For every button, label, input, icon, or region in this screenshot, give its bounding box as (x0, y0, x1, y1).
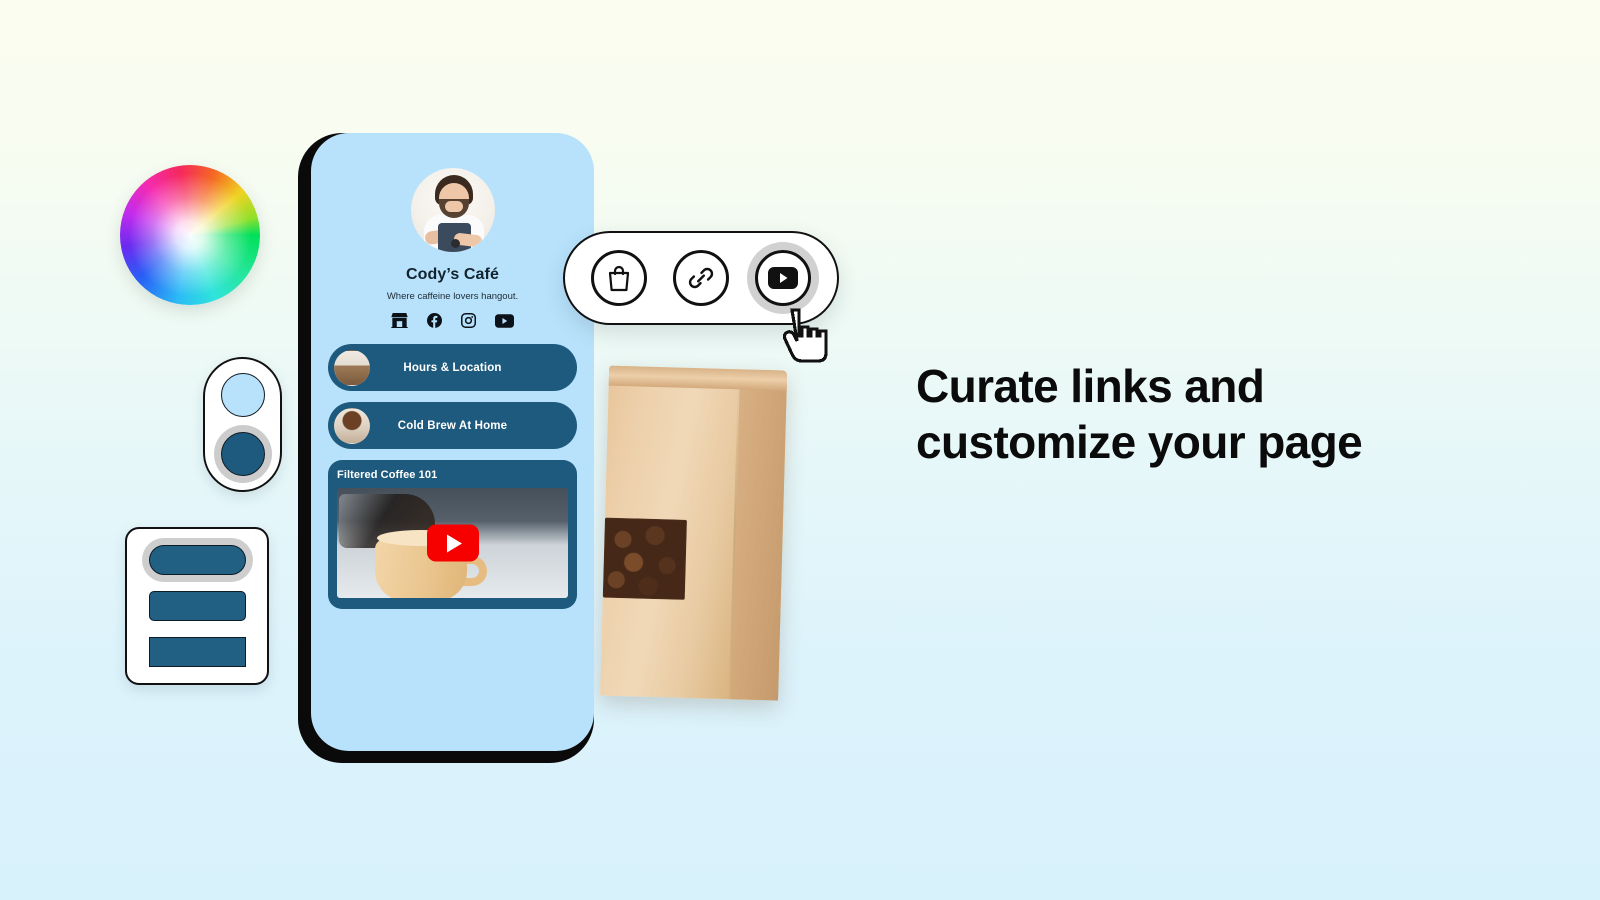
light-blue-swatch[interactable] (220, 373, 265, 418)
coffee-beans-window (602, 517, 687, 600)
links-list: Hours & Location Cold Brew At Home Filte… (328, 344, 577, 609)
storefront-icon[interactable] (391, 313, 408, 328)
bag-side-panel (730, 383, 787, 701)
social-icons-row (391, 313, 514, 328)
video-title: Filtered Coffee 101 (337, 469, 438, 481)
avatar (410, 168, 495, 252)
profile-tagline: Where caffeine lovers hangout. (386, 291, 519, 302)
headline-line-2: customize your page (916, 416, 1363, 469)
link-card-cold-brew[interactable]: Cold Brew At Home (328, 402, 577, 449)
headline-line-1: Curate links and (916, 360, 1265, 412)
video-link-card[interactable]: Filtered Coffee 101 (328, 460, 577, 609)
button-shape-picker[interactable] (125, 527, 269, 685)
video-thumbnail[interactable] (337, 488, 568, 598)
youtube-icon[interactable] (495, 313, 514, 328)
shopping-bag-icon[interactable] (591, 250, 647, 306)
pill-shape-option[interactable] (148, 545, 246, 575)
facebook-icon[interactable] (427, 313, 442, 328)
coffee-brewer-thumbnail (334, 407, 370, 444)
color-swatch-picker[interactable] (203, 357, 282, 492)
pointing-hand-cursor (782, 308, 828, 363)
dark-blue-swatch[interactable] (220, 431, 265, 476)
play-triangle-icon (447, 534, 462, 552)
avatar-watch (450, 239, 460, 248)
rounded-shape-option[interactable] (148, 591, 246, 621)
link-chain-icon[interactable] (673, 250, 729, 306)
cafe-interior-thumbnail (334, 349, 370, 386)
youtube-icon[interactable] (755, 250, 811, 306)
phone-screen: Cody’s Café Where caffeine lovers hangou… (311, 133, 594, 751)
kraft-coffee-bag (600, 365, 788, 701)
youtube-play-button[interactable] (426, 524, 479, 562)
color-wheel-picker[interactable] (120, 165, 260, 305)
page-title: Curate links and customize your page (916, 358, 1476, 470)
avatar-chin (444, 201, 463, 212)
instagram-icon[interactable] (461, 313, 476, 328)
square-shape-option[interactable] (148, 637, 246, 667)
link-card-hours-location[interactable]: Hours & Location (328, 344, 577, 391)
profile-name: Cody’s Café (406, 266, 499, 283)
